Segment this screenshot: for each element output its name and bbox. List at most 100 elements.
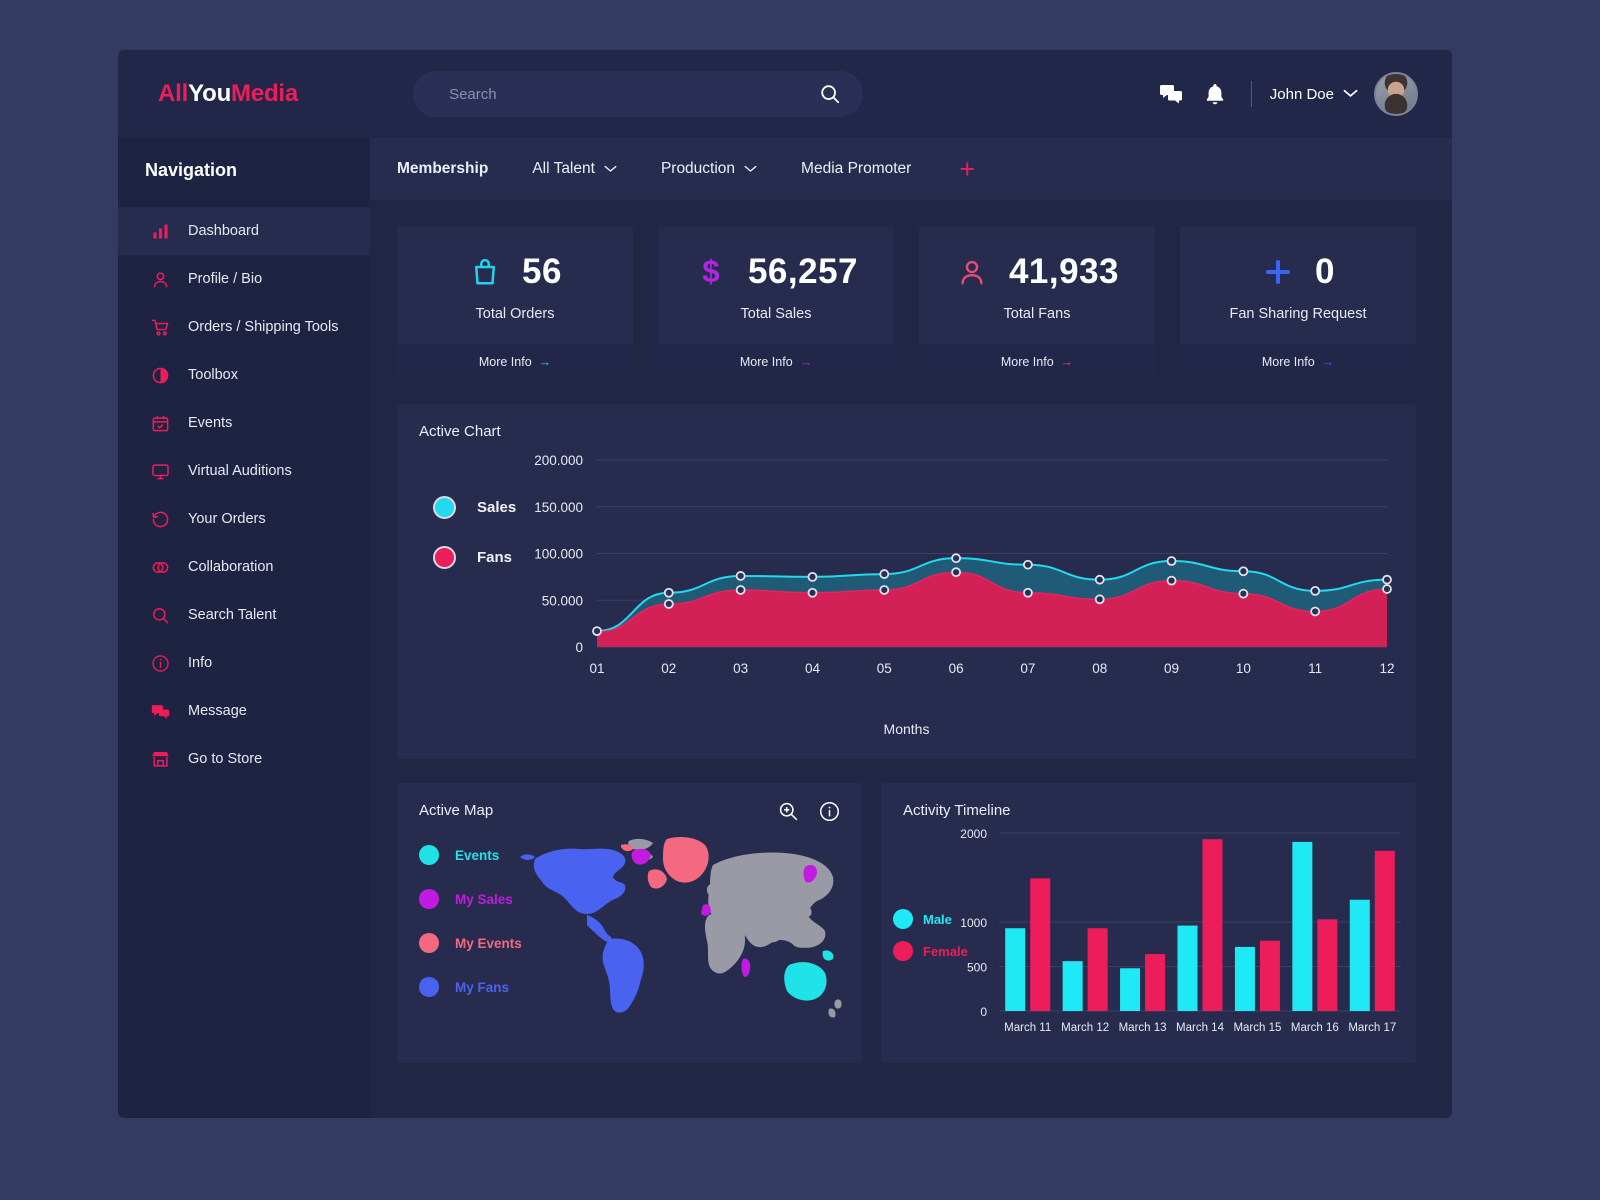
svg-text:$: $ [702,257,719,287]
fans-data-point[interactable] [879,585,890,595]
tab-membership[interactable]: Membership [397,160,488,178]
sales-data-point[interactable] [1238,566,1249,577]
sales-data-point[interactable] [1023,559,1033,570]
bar-male[interactable] [1234,946,1255,1011]
sidebar-item-label: Collaboration [188,559,274,575]
fans-data-point[interactable] [735,585,746,595]
fans-data-point[interactable] [807,587,818,598]
sidebar-item-label: Dashboard [188,223,259,239]
notifications-button[interactable] [1193,82,1237,106]
user-icon [955,257,989,287]
world-map[interactable] [517,823,847,1043]
sales-data-point[interactable] [592,626,602,637]
sidebar-item-virtual-auditions[interactable]: Virtual Auditions [118,447,370,495]
history-icon [151,511,168,527]
fans-data-point[interactable] [1023,587,1033,598]
bar-male[interactable] [1062,961,1083,1011]
sidebar-item-events[interactable]: Events [118,399,370,447]
bar-male[interactable] [1120,968,1141,1011]
sales-data-point[interactable] [663,587,674,598]
australia-events [784,962,827,1001]
calendar-icon [150,413,170,433]
sales-data-point[interactable] [1094,574,1105,585]
bar-female[interactable] [1145,954,1166,1011]
bar-male[interactable] [1177,925,1198,1011]
sales-data-point[interactable] [951,553,961,564]
search-icon [821,85,840,104]
search-button[interactable] [819,83,841,105]
map-legend-item-my-fans[interactable]: My Fans [419,977,522,997]
bar-male[interactable] [1005,928,1026,1011]
search-bar[interactable] [413,71,864,117]
tab-production[interactable]: Production [661,160,757,178]
x-axis-tick-label: 07 [1020,661,1035,676]
x-axis-tick-label: 12 [1379,661,1394,676]
bar-female[interactable] [1087,928,1108,1011]
tab-all-talent[interactable]: All Talent [532,160,617,178]
more-info-label: More Info [739,355,793,369]
brand-logo[interactable]: AllYouMedia [158,80,298,108]
sidebar-item-your-orders[interactable]: Your Orders [118,495,370,543]
map-legend-item-events[interactable]: Events [419,845,522,865]
sales-data-point[interactable] [1310,585,1321,596]
avatar[interactable] [1374,72,1418,116]
stat-more-info-link[interactable]: More Info → [397,344,633,380]
sidebar-item-toolbox[interactable]: Toolbox [118,351,370,399]
sales-data-point[interactable] [1166,556,1177,566]
sidebar: Navigation Dashboard Profile / Bio Orders … [118,138,370,1118]
timeline-legend-dot[interactable] [893,941,913,961]
fans-data-point[interactable] [1094,594,1105,605]
stat-more-info-link[interactable]: More Info → [919,344,1155,380]
sales-data-point[interactable] [807,571,818,582]
bar-female[interactable] [1317,919,1338,1011]
map-legend-label: My Events [455,935,522,951]
sidebar-item-info[interactable]: Info [118,639,370,687]
stat-more-info-link[interactable]: More Info → [658,344,894,380]
sidebar-item-dashboard[interactable]: Dashboard [118,207,370,255]
bar-female[interactable] [1259,940,1280,1011]
sidebar-item-search-talent[interactable]: Search Talent [118,591,370,639]
sidebar-item-go-to-store[interactable]: Go to Store [118,735,370,783]
area-chart-svg[interactable]: 0 50.000 100.000 150.000 200.000 01 02 03 04 05 06… [397,442,1417,702]
active-chart-panel: Active Chart Sales Fans 0 50.000 100.000 150… [397,404,1416,759]
x-axis-tick-label: March 17 [1348,1022,1396,1034]
sales-data-point[interactable] [1382,574,1392,585]
x-axis-tick-label: March 11 [1004,1022,1051,1034]
fans-data-point[interactable] [1382,584,1392,594]
bar-female[interactable] [1202,839,1223,1011]
bar-male[interactable] [1349,899,1370,1011]
active-chart-xlabel: Months [883,721,930,737]
bar-chart-svg[interactable]: 0 500 1000 2000 March 11 March 12 March 13 Marc… [881,819,1416,1059]
user-menu-button[interactable] [1343,85,1358,103]
map-legend-label: My Fans [455,979,510,995]
timeline-legend-dot[interactable] [893,909,913,929]
arctic-event-2 [647,869,667,889]
map-legend-item-my-events[interactable]: My Events [419,933,522,953]
messages-button[interactable] [1149,82,1193,106]
map-legend-dot [419,933,439,953]
search-input[interactable] [449,85,820,103]
sidebar-item-collaboration[interactable]: Collaboration [118,543,370,591]
sidebar-item-message[interactable]: Message [118,687,370,735]
fans-data-point[interactable] [951,567,961,578]
sales-data-point[interactable] [879,569,890,579]
sidebar-item-label: Toolbox [188,367,238,383]
map-legend-item-my-sales[interactable]: My Sales [419,889,522,909]
fans-data-point[interactable] [1310,606,1321,617]
bar-female[interactable] [1374,850,1395,1011]
sales-data-point[interactable] [735,571,746,581]
stat-body: $ 56,257 Total Sales [658,226,894,344]
stat-row: 56 [397,252,633,292]
fans-data-point[interactable] [1166,575,1177,586]
sidebar-item-orders-shipping-tools[interactable]: Orders / Shipping Tools [118,303,370,351]
fans-data-point[interactable] [1238,588,1249,599]
stat-more-info-link[interactable]: More Info → [1180,344,1416,380]
tab-media-promoter[interactable]: Media Promoter [801,160,911,178]
stat-card-total-fans: 41,933 Total Fans More Info → [919,226,1155,380]
fans-data-point[interactable] [663,599,674,609]
bar-female[interactable] [1030,878,1051,1011]
add-tab-button[interactable]: + [959,155,975,183]
timeline-legend-label: Male [923,912,952,927]
sidebar-item-profile-bio[interactable]: Profile / Bio [118,255,370,303]
bar-male[interactable] [1292,841,1313,1011]
